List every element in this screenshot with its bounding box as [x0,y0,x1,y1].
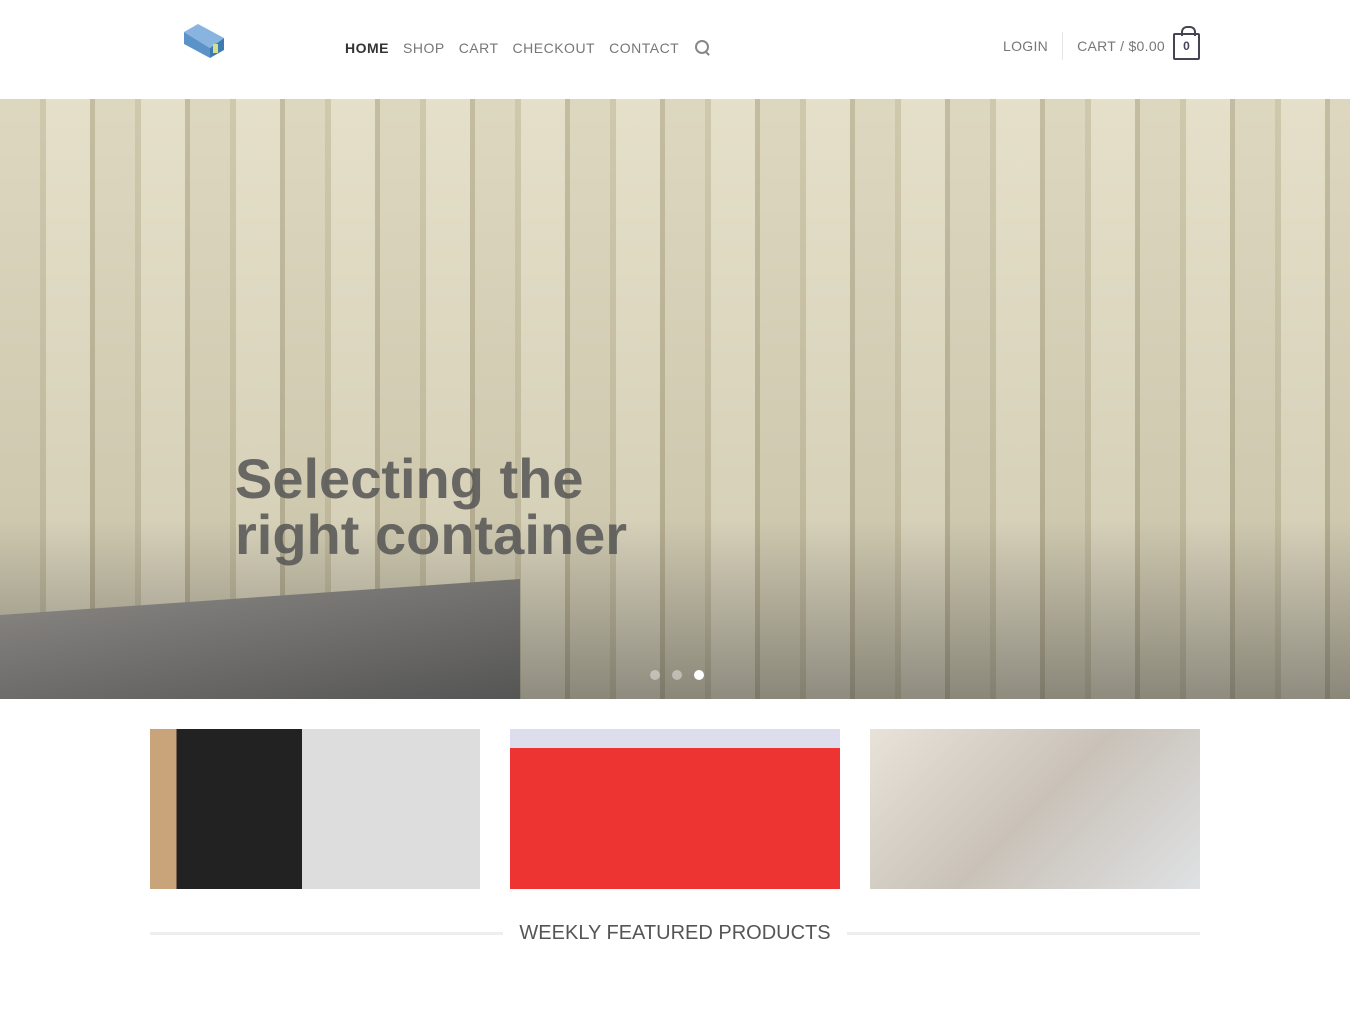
hero-slider[interactable]: Selecting the right container [0,99,1350,699]
cart-link[interactable]: CART / $0.00 [1077,38,1165,54]
tile-workshop-container[interactable] [150,729,480,889]
slide-dot-2[interactable] [672,670,682,680]
main-nav: HOME SHOP CART CHECKOUT CONTACT [345,40,711,56]
slide-dot-3[interactable] [694,670,704,680]
nav-home[interactable]: HOME [345,40,389,56]
nav-checkout[interactable]: CHECKOUT [513,40,596,56]
category-tiles [150,729,1200,889]
cart-bag-icon[interactable]: 0 [1173,25,1200,60]
nav-contact[interactable]: CONTACT [609,40,679,56]
login-link[interactable]: LOGIN [1003,38,1048,54]
nav-cart[interactable]: CART [459,40,499,56]
search-icon[interactable] [695,40,711,56]
slider-dots [650,670,704,680]
divider [846,932,1200,935]
section-title: WEEKLY FEATURED PRODUCTS [519,922,831,944]
tile-interior-container[interactable] [870,729,1200,889]
slide-dot-1[interactable] [650,670,660,680]
tile-red-shop-container[interactable] [510,729,840,889]
container-logo[interactable] [182,22,226,60]
divider [150,932,504,935]
featured-header: WEEKLY FEATURED PRODUCTS [150,922,1200,945]
header: HOME SHOP CART CHECKOUT CONTACT LOGIN CA… [0,0,1350,99]
divider [1062,32,1064,60]
nav-shop[interactable]: SHOP [403,40,445,56]
hero-title: Selecting the right container [235,447,628,566]
